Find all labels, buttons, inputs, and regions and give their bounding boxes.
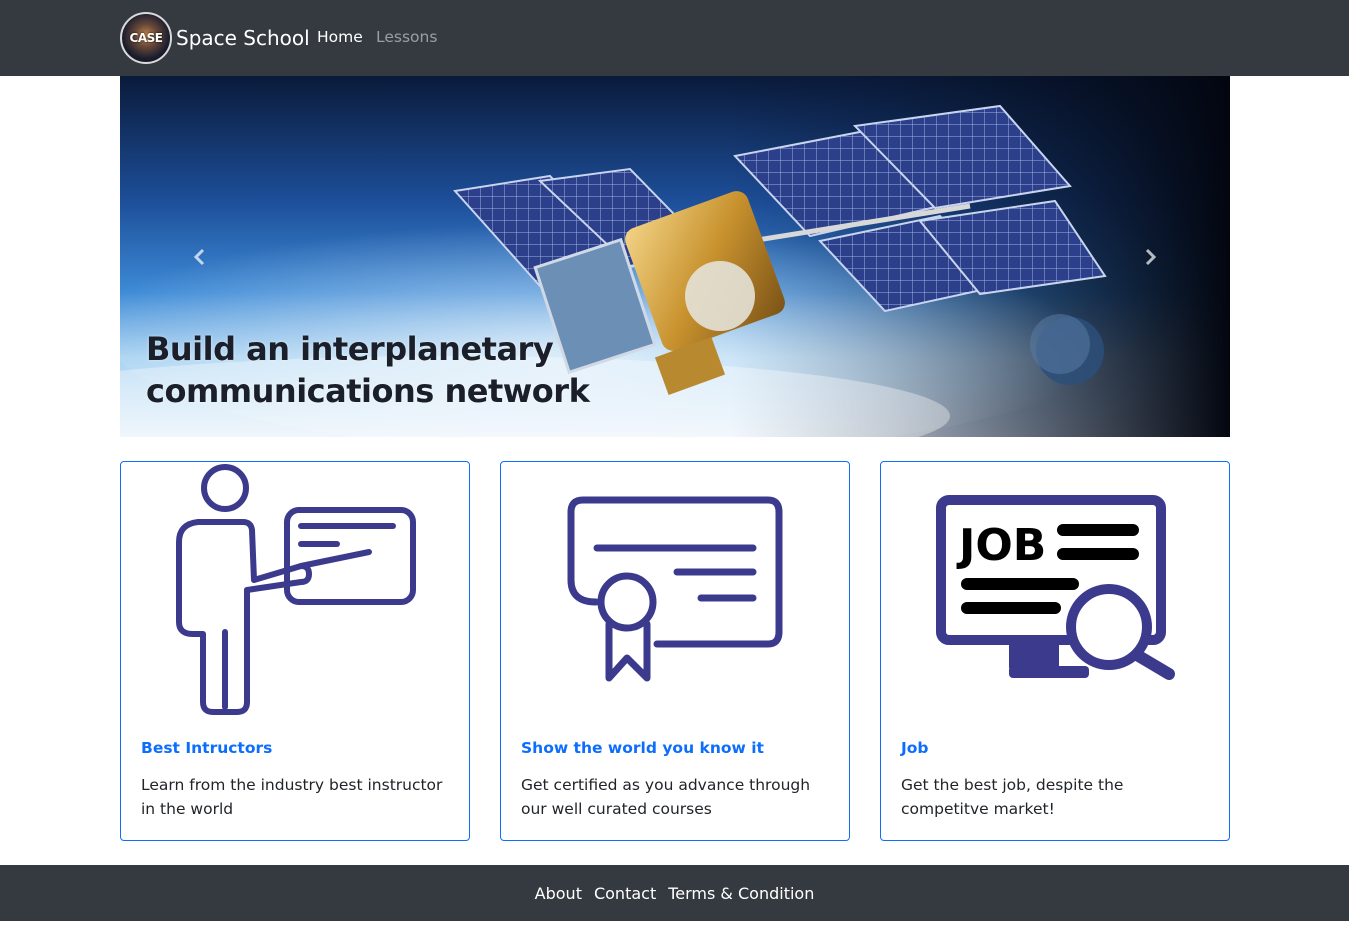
card-job: JOB Job Get the best job, despite the co… (880, 461, 1230, 841)
navbar: CASE Space School Home Lessons (0, 0, 1349, 76)
certificate-icon (567, 496, 783, 682)
carousel-next-button[interactable] (1070, 76, 1230, 437)
logo-text: CASE (129, 31, 163, 45)
brand-name: Space School (176, 26, 310, 50)
card-certificate: Show the world you know it Get certified… (500, 461, 850, 841)
nav-home[interactable]: Home (317, 28, 363, 46)
footer-contact-link[interactable]: Contact (594, 884, 656, 903)
footer: About Contact Terms & Condition (0, 865, 1349, 921)
carousel-caption: Build an interplanetary communications n… (146, 330, 590, 410)
card-text: Get certified as you advance through our… (521, 776, 811, 818)
card-text: Get the best job, despite the competitve… (901, 776, 1124, 818)
instructor-icon (176, 464, 416, 715)
card-text: Learn from the industry best instructor … (141, 776, 443, 818)
card-instructors: Best Intructors Learn from the industry … (120, 461, 470, 841)
card-title[interactable]: Show the world you know it (521, 739, 764, 757)
card-title[interactable]: Job (901, 739, 929, 757)
footer-about-link[interactable]: About (535, 884, 582, 903)
logo: CASE (120, 12, 172, 64)
job-icon-text: JOB (956, 520, 1046, 571)
chevron-left-icon (193, 248, 205, 265)
footer-terms-link[interactable]: Terms & Condition (668, 884, 814, 903)
nav-lessons[interactable]: Lessons (376, 28, 437, 46)
card-title[interactable]: Best Intructors (141, 739, 272, 757)
chevron-right-icon (1145, 248, 1157, 265)
job-search-icon: JOB (936, 495, 1175, 680)
hero-carousel: Build an interplanetary communications n… (120, 76, 1230, 437)
brand-link[interactable]: CASE Space School (120, 12, 310, 64)
